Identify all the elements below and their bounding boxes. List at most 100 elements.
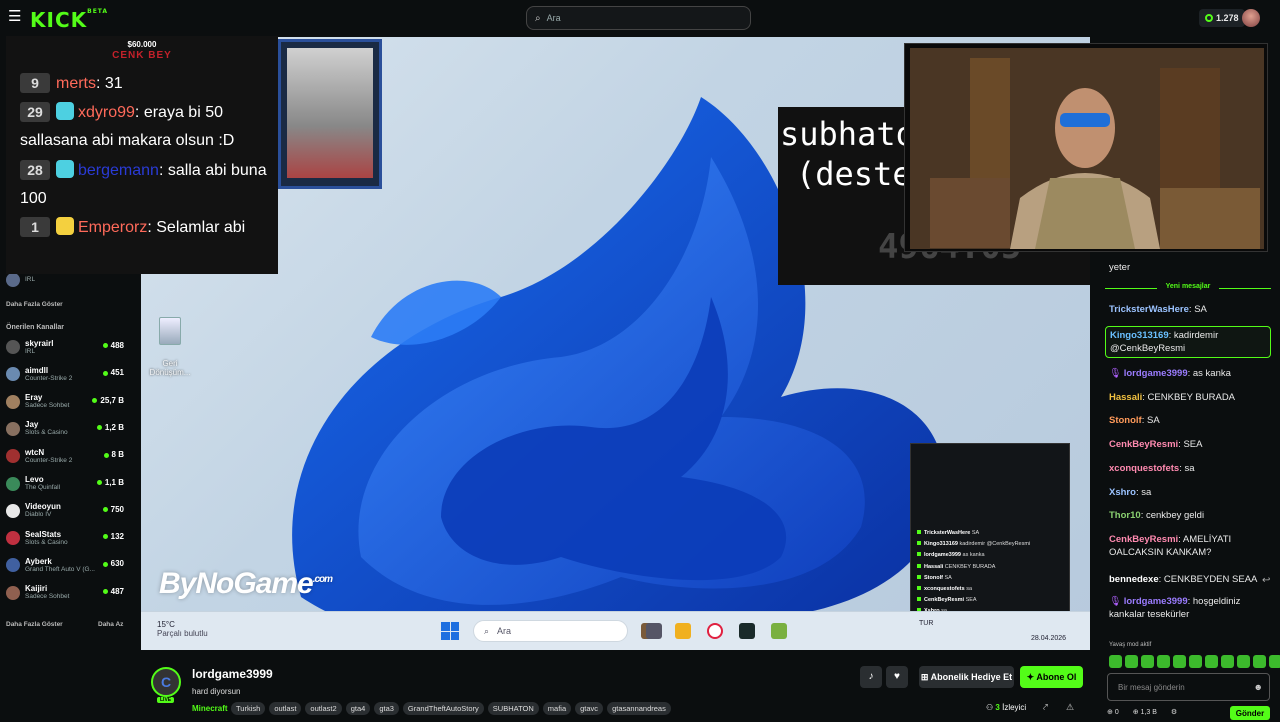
chat-message[interactable]: TricksterWasHere: SA [1109, 303, 1275, 316]
sidebar-channel-game: Counter-Strike 2 [25, 456, 73, 464]
sidebar-channel-item[interactable]: skyrairl IRL 488 [6, 335, 130, 359]
emote-icon[interactable] [1173, 655, 1186, 668]
show-less-link[interactable]: Daha Az [98, 621, 123, 628]
language-indicator: TUR [919, 620, 934, 627]
weather-temp: 15°C [157, 620, 175, 629]
heart-icon[interactable]: ♥ [886, 666, 908, 688]
chat-username[interactable]: xconquestofets [1109, 463, 1179, 474]
sidebar-channel-item[interactable]: Levo The Quinfall 1,1 B [6, 472, 130, 496]
stream-tag[interactable]: gtasannandreas [607, 702, 671, 715]
chat-username[interactable]: Xshro [1109, 487, 1136, 498]
overlay-username: xdyro99 [78, 104, 135, 121]
chat-input[interactable]: Bir mesaj gönderin ☻ [1107, 673, 1270, 701]
stream-info-bar: C LIVE lordgame3999 hard diyorsun Minecr… [141, 652, 1090, 720]
chat-username[interactable]: Kingo313169 [1110, 330, 1169, 341]
emote-icon[interactable] [1141, 655, 1154, 668]
stream-tag[interactable]: gta3 [374, 702, 399, 715]
sidebar-viewer-count: 488 [103, 341, 124, 350]
chat-username[interactable]: bennedexe [1109, 574, 1159, 585]
stream-tag[interactable]: SUBHATON [487, 702, 539, 715]
show-more-link[interactable]: Daha Fazla Göster [6, 301, 63, 308]
user-avatar[interactable] [1242, 9, 1260, 27]
channel-name[interactable]: lordgame3999 [192, 667, 273, 681]
points-counter[interactable]: ⊕ 0 [1107, 708, 1119, 716]
chat-username[interactable]: Thor10 [1109, 510, 1141, 521]
chat-message[interactable]: Kingo313169: kadirdemir @CenkBeyResmi [1105, 326, 1271, 358]
chat-message[interactable]: 🎙 lordgame3999: as kanka [1109, 367, 1275, 380]
chat-message[interactable]: bennedexe: CENKBEYDEN SEAA [1109, 573, 1275, 586]
chat-username[interactable]: CenkBeyResmi [1109, 439, 1178, 450]
sidebar-channel-item[interactable]: Kaijiri Sadece Sohbet 487 [6, 581, 130, 605]
sidebar-viewer-count: 451 [103, 368, 124, 377]
chat-message[interactable]: Stonolf: SA [1109, 414, 1275, 427]
folder-icon [675, 623, 691, 639]
gift-sub-button[interactable]: ⊞ Abonelik Hediye Et [919, 666, 1014, 688]
chat-message[interactable]: Xshro: sa [1109, 486, 1275, 499]
overlay-message: 29 xdyro99: eraya bi 50 sallasana abi mak… [20, 99, 272, 155]
emote-icon[interactable] [1157, 655, 1170, 668]
sidebar-channel-item[interactable]: wtcN Counter-Strike 2 8 B [6, 444, 130, 468]
recycle-bin-icon [159, 317, 181, 345]
emote-icon[interactable] [1237, 655, 1250, 668]
sidebar-channel-name: aimdll [25, 365, 49, 375]
stream-tag[interactable]: GrandTheftAutoStory [402, 702, 484, 715]
emote-icon[interactable] [1253, 655, 1266, 668]
overlay-title: CENK BEY [112, 50, 172, 61]
send-button[interactable]: Gönder [1230, 706, 1270, 720]
chat-username[interactable]: lordgame3999 [1124, 596, 1188, 607]
sidebar-channel-item[interactable]: aimdll Counter-Strike 2 451 [6, 362, 130, 386]
sidebar-channel-item[interactable]: Videoyun Diablo IV 750 [6, 499, 130, 523]
menu-icon[interactable]: ☰ [8, 9, 22, 24]
taskbar-date: 28.04.2026 [1031, 635, 1067, 642]
chat-username[interactable]: Hassali [1109, 392, 1142, 403]
share-icon[interactable]: ⤤ [1043, 702, 1048, 713]
emote-icon[interactable] [1269, 655, 1280, 668]
chat-username[interactable]: CenkBeyResmi [1109, 534, 1178, 545]
stream-tag[interactable]: gtavc [575, 702, 604, 715]
message-count: 28 [20, 160, 50, 180]
chat-username[interactable]: TricksterWasHere [1109, 304, 1189, 315]
chat-message[interactable]: 🎙 lordgame3999: hoşgeldiniz kankalar tes… [1109, 595, 1275, 621]
stream-tag[interactable]: gta4 [345, 702, 371, 715]
chat-text: : as kanka [1187, 368, 1231, 379]
reply-icon[interactable]: ↩ [1262, 575, 1270, 586]
emote-icon[interactable] [1205, 655, 1218, 668]
stream-tag[interactable]: mafia [542, 702, 572, 715]
viewer-number: 3 [995, 703, 1000, 712]
settings-icon[interactable]: ⚙ [1171, 708, 1177, 716]
stream-tag[interactable]: outlast [269, 702, 302, 715]
sidebar-channel-item[interactable]: Jay Slots & Casino 1,2 B [6, 417, 130, 441]
report-icon[interactable]: ⚠ [1066, 702, 1074, 713]
points-counter-2[interactable]: ⊕ 1,3 B [1133, 708, 1157, 716]
emote-icon[interactable] [1189, 655, 1202, 668]
kick-logo[interactable]: KICKBETA [30, 8, 108, 32]
chat-message[interactable]: Thor10: cenkbey geldi [1109, 509, 1275, 522]
show-more-link[interactable]: Daha Fazla Göster [6, 621, 63, 628]
system-tray: TUR [891, 620, 933, 627]
chat-username[interactable]: Stonolf [1109, 415, 1142, 426]
bell-icon[interactable]: ♪ [860, 666, 882, 688]
search-input[interactable]: ⌕ Ara [526, 6, 751, 30]
sidebar-channel-item[interactable]: Eray Sadece Sohbet 25,7 B [6, 390, 130, 414]
stream-tag[interactable]: Turkish [231, 702, 266, 715]
chat-username[interactable]: lordgame3999 [1124, 368, 1188, 379]
chat-message[interactable]: CenkBeyResmi: SEA [1109, 438, 1275, 451]
subscribe-button[interactable]: ✦ Abone Ol [1020, 666, 1083, 688]
channel-avatar[interactable]: C [151, 667, 181, 697]
stream-tag[interactable]: outlast2 [305, 702, 342, 715]
emote-icon[interactable] [1125, 655, 1138, 668]
donation-amount: $60.000 [127, 40, 157, 49]
chat-message[interactable]: Hassali: CENKBEY BURADA [1109, 391, 1275, 404]
emote-icon[interactable] [1221, 655, 1234, 668]
stream-category[interactable]: Minecraft [192, 704, 228, 713]
sidebar-channel-item[interactable]: SealStats Slots & Casino 132 [6, 526, 130, 550]
points-badge[interactable]: 1.278 [1199, 9, 1245, 27]
chat-message[interactable]: CenkBeyResmi: AMELİYATI OALCAKSIN KANKAM… [1109, 533, 1275, 559]
emoji-icon[interactable]: ☻ [1254, 682, 1263, 692]
sidebar-channel-item[interactable]: Ayberk Grand Theft Auto V (G... 630 [6, 553, 130, 577]
chat-message[interactable]: xconquestofets: sa [1109, 462, 1275, 475]
sidebar-channel-name: skyrairl [25, 338, 54, 348]
badge-icon [56, 102, 74, 120]
emote-icon[interactable] [1109, 655, 1122, 668]
mini-chat-user: lordgame3999 [924, 552, 961, 559]
